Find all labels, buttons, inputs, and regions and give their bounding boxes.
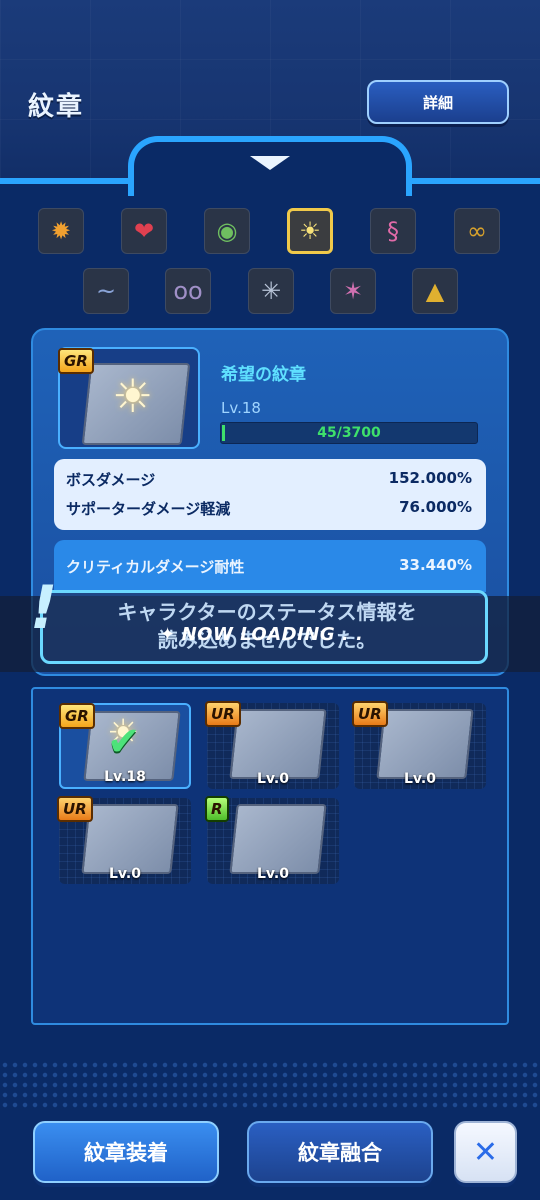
- slot-level: Lv.0: [257, 771, 289, 787]
- crit-stat-box: クリティカルダメージ耐性 33.440%: [54, 540, 486, 592]
- crest-slot[interactable]: Lv.0 UR: [205, 701, 339, 789]
- crest-level: Lv.18: [221, 399, 261, 417]
- hope-crest-icon[interactable]: ☀: [287, 208, 333, 254]
- hope-crest-icon: ☀: [112, 369, 154, 423]
- crest-stone: [229, 804, 327, 874]
- rank-badge: UR: [57, 796, 93, 822]
- destiny-crest-icon[interactable]: ▲: [412, 268, 458, 314]
- rank-badge: R: [205, 796, 229, 822]
- xp-bar: 45/3700: [220, 422, 478, 444]
- fuse-crest-button[interactable]: 紋章融合: [247, 1121, 433, 1183]
- reliability-crest-icon[interactable]: oo: [165, 268, 211, 314]
- crest-slot[interactable]: Lv.0 R: [205, 796, 339, 884]
- chevron-down-icon[interactable]: [250, 156, 290, 170]
- exclamation-icon: !: [30, 573, 58, 643]
- slot-level: Lv.18: [104, 769, 146, 785]
- crest-stone: [376, 709, 474, 779]
- rank-badge: GR: [58, 348, 94, 374]
- crest-slot[interactable]: ☀ ✔ Lv.18 GR: [59, 703, 191, 789]
- kindness-crest-icon[interactable]: ✳: [248, 268, 294, 314]
- crest-stone: [81, 804, 179, 874]
- slot-level: Lv.0: [109, 866, 141, 882]
- close-button[interactable]: ✕: [454, 1121, 517, 1183]
- crest-name: 希望の紋章: [221, 365, 306, 385]
- error-message-line: キャラクターのステータス情報を: [117, 600, 417, 624]
- light-crest-icon[interactable]: §: [370, 208, 416, 254]
- xp-text: 45/3700: [317, 425, 381, 441]
- stat-value: 76.000%: [399, 498, 472, 516]
- stat-row: ボスダメージ 152.000%: [66, 469, 472, 493]
- stat-label: ボスダメージ: [66, 471, 156, 489]
- miracles-crest-icon[interactable]: ✶: [330, 268, 376, 314]
- stat-label: サポーターダメージ軽減: [66, 500, 231, 518]
- page-title: 紋章: [28, 92, 85, 122]
- loading-spinner-icon: ✦: [160, 624, 176, 645]
- stat-label: クリティカルダメージ耐性: [66, 558, 245, 576]
- loading-text: ✦ NOW LOADING . .: [160, 624, 363, 645]
- love-crest-icon[interactable]: ❤: [121, 208, 167, 254]
- rank-badge: GR: [59, 703, 95, 729]
- stats-box: ボスダメージ 152.000% サポーターダメージ軽減 76.000%: [54, 459, 486, 530]
- sincerity-crest-icon[interactable]: ◉: [204, 208, 250, 254]
- stat-value: 152.000%: [388, 469, 472, 487]
- crest-slot[interactable]: Lv.0 UR: [352, 701, 486, 789]
- detail-button[interactable]: 詳細: [367, 80, 509, 124]
- loading-label: NOW LOADING . .: [181, 624, 364, 645]
- crest-slot[interactable]: Lv.0 UR: [57, 796, 191, 884]
- equip-crest-button[interactable]: 紋章装着: [33, 1121, 219, 1183]
- stat-value: 33.440%: [399, 556, 472, 574]
- close-icon: ✕: [472, 1134, 499, 1170]
- crest-stone: [229, 709, 327, 779]
- slot-level: Lv.0: [257, 866, 289, 882]
- check-icon: ✔: [107, 719, 141, 765]
- friendship-crest-icon[interactable]: ~: [83, 268, 129, 314]
- rank-badge: UR: [352, 701, 388, 727]
- knowledge-crest-icon[interactable]: ∞: [454, 208, 500, 254]
- dot-pattern: [0, 1060, 540, 1110]
- slot-level: Lv.0: [404, 771, 436, 787]
- rank-badge: UR: [205, 701, 241, 727]
- stat-row: クリティカルダメージ耐性 33.440%: [66, 556, 472, 577]
- stat-row: サポーターダメージ軽減 76.000%: [66, 498, 472, 522]
- courage-crest-icon[interactable]: ✹: [38, 208, 84, 254]
